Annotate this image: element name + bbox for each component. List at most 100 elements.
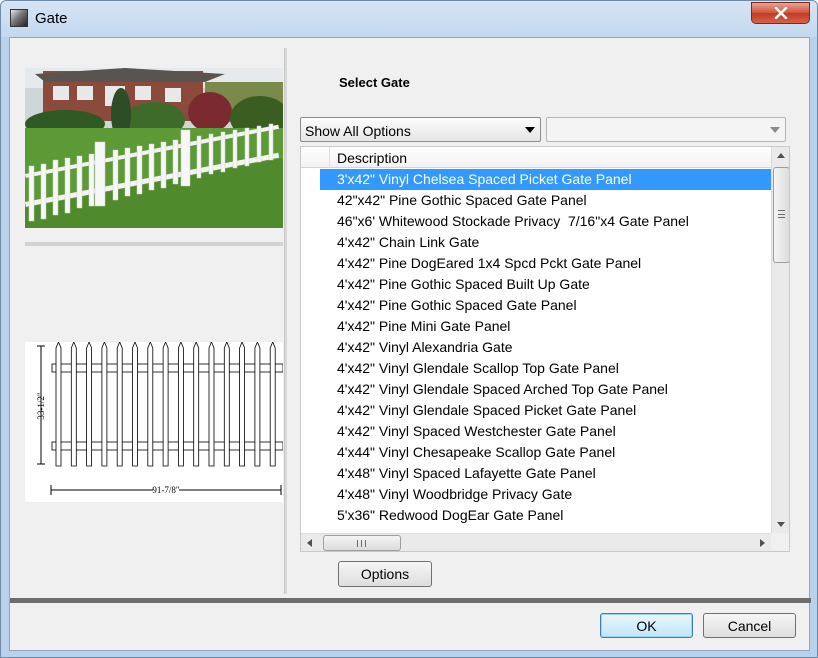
list-item[interactable]: 4'x42" Pine DogEared 1x4 Spcd Pckt Gate … <box>301 253 771 274</box>
height-dimension-label: 33-1/2" <box>36 392 46 419</box>
picket <box>162 340 169 467</box>
chevron-down-icon <box>770 127 780 133</box>
vertical-scroll-thumb[interactable] <box>773 167 789 263</box>
row-description: 4'x42" Pine Mini Gate Panel <box>337 318 511 334</box>
list-item[interactable]: 4'x44" Vinyl Chesapeake Scallop Gate Pan… <box>301 442 771 463</box>
description-column-header[interactable]: Description <box>337 150 407 166</box>
chevron-down-icon <box>525 127 535 133</box>
arrow-up-icon[interactable] <box>772 147 790 165</box>
list-item[interactable]: 4'x42" Vinyl Alexandria Gate <box>301 337 771 358</box>
close-button[interactable] <box>751 2 810 24</box>
list-item[interactable]: 4'x42" Vinyl Glendale Spaced Arched Top … <box>301 379 771 400</box>
list-item[interactable]: 42"x42" Pine Gothic Spaced Gate Panel <box>301 190 771 211</box>
row-selector[interactable] <box>301 442 320 463</box>
row-description: 4'x42" Vinyl Glendale Spaced Arched Top … <box>337 381 668 397</box>
row-selector[interactable] <box>301 484 320 505</box>
grip-icon <box>357 540 366 547</box>
select-gate-heading: Select Gate <box>339 75 410 90</box>
list-item[interactable]: 4'x42" Vinyl Glendale Spaced Picket Gate… <box>301 400 771 421</box>
list-item[interactable]: 46"x6' Whitewood Stockade Privacy 7/16"x… <box>301 211 771 232</box>
filter-dropdown[interactable]: Show All Options <box>300 117 541 142</box>
preview-panel: 33-1/2" 91-7/8" <box>10 38 287 598</box>
row-description: 4'x42" Vinyl Alexandria Gate <box>337 339 513 355</box>
row-selector[interactable] <box>301 253 320 274</box>
arrow-left-icon[interactable] <box>301 534 319 552</box>
panel-divider <box>284 48 287 594</box>
horizontal-scrollbar[interactable] <box>301 533 771 552</box>
footer-separator <box>10 598 811 603</box>
list-item[interactable]: 5'x36" Redwood DogEar Gate Panel <box>301 505 771 526</box>
row-selector[interactable] <box>301 169 320 190</box>
gate-dimension-drawing: 33-1/2" 91-7/8" <box>25 340 284 502</box>
picket <box>132 340 138 467</box>
list-item[interactable]: 4'x48" Vinyl Woodbridge Privacy Gate <box>301 484 771 505</box>
row-description: 3'x42" Vinyl Chelsea Spaced Picket Gate … <box>337 171 632 187</box>
gate-dialog-window: Gate 33-1/2" 91-7/8" Select Gate Show Al… <box>0 0 818 658</box>
picket <box>55 340 62 467</box>
picket <box>178 340 184 467</box>
picket <box>254 340 261 467</box>
row-description: 46"x6' Whitewood Stockade Privacy 7/16"x… <box>337 213 689 229</box>
list-item[interactable]: 4'x42" Chain Link Gate <box>301 232 771 253</box>
row-description: 4'x48" Vinyl Woodbridge Privacy Gate <box>337 486 573 502</box>
row-description: 4'x44" Vinyl Chesapeake Scallop Gate Pan… <box>337 444 616 460</box>
picket <box>239 340 245 467</box>
list-item[interactable]: 4'x42" Pine Mini Gate Panel <box>301 316 771 337</box>
horizontal-scroll-thumb[interactable] <box>323 535 401 551</box>
arrow-right-icon[interactable] <box>753 534 771 552</box>
gate-preview-photo <box>25 68 283 228</box>
row-selector-header <box>301 147 330 168</box>
row-description: 42"x42" Pine Gothic Spaced Gate Panel <box>337 192 587 208</box>
row-selector[interactable] <box>301 337 320 358</box>
ok-button[interactable]: OK <box>600 613 693 638</box>
list-item[interactable]: 3'x42" Vinyl Chelsea Spaced Picket Gate … <box>301 169 771 190</box>
row-selector[interactable] <box>301 295 320 316</box>
row-selector[interactable] <box>301 379 320 400</box>
list-item[interactable]: 4'x42" Pine Gothic Spaced Built Up Gate <box>301 274 771 295</box>
picket <box>223 340 230 467</box>
row-selector[interactable] <box>301 358 320 379</box>
picket <box>193 340 200 467</box>
cancel-button[interactable]: Cancel <box>703 613 796 638</box>
preview-separator <box>25 242 283 246</box>
row-description: 4'x42" Pine Gothic Spaced Gate Panel <box>337 297 577 313</box>
close-icon <box>774 7 787 19</box>
row-selector[interactable] <box>301 232 320 253</box>
row-description: 4'x42" Vinyl Glendale Spaced Picket Gate… <box>337 402 637 418</box>
grid-header: Description <box>301 147 771 168</box>
row-selector[interactable] <box>301 463 320 484</box>
secondary-dropdown[interactable] <box>546 117 786 142</box>
arrow-down-icon[interactable] <box>772 515 790 533</box>
vertical-scrollbar[interactable] <box>771 147 790 533</box>
gate-app-icon <box>10 9 28 27</box>
row-description: 4'x42" Vinyl Spaced Westchester Gate Pan… <box>337 423 616 439</box>
options-button[interactable]: Options <box>338 561 432 587</box>
grip-icon <box>778 210 785 218</box>
row-selector[interactable] <box>301 316 320 337</box>
row-description: 4'x48" Vinyl Spaced Lafayette Gate Panel <box>337 465 596 481</box>
list-item[interactable]: 4'x42" Vinyl Glendale Scallop Top Gate P… <box>301 358 771 379</box>
filter-dropdown-value: Show All Options <box>305 123 411 139</box>
picket <box>70 340 77 467</box>
row-description: 4'x42" Chain Link Gate <box>337 234 480 250</box>
row-selector[interactable] <box>301 421 320 442</box>
row-selector[interactable] <box>301 274 320 295</box>
title-bar: Gate <box>1 1 817 37</box>
gate-list-grid[interactable]: Description 3'x42" Vinyl Chelsea Spaced … <box>300 146 790 552</box>
row-selector[interactable] <box>301 505 320 526</box>
row-selector[interactable] <box>301 400 320 421</box>
list-item[interactable]: 4'x48" Vinyl Spaced Lafayette Gate Panel <box>301 463 771 484</box>
picket <box>269 340 276 467</box>
list-item[interactable]: 4'x42" Pine Gothic Spaced Gate Panel <box>301 295 771 316</box>
row-selector[interactable] <box>301 211 320 232</box>
window-title: Gate <box>35 10 68 27</box>
row-description: 5'x36" Redwood DogEar Gate Panel <box>337 507 564 523</box>
list-item[interactable]: 4'x42" Vinyl Spaced Westchester Gate Pan… <box>301 421 771 442</box>
picket <box>147 340 154 467</box>
picket <box>116 340 123 467</box>
row-description: 4'x42" Pine Gothic Spaced Built Up Gate <box>337 276 590 292</box>
width-dimension-label: 91-7/8" <box>152 485 179 495</box>
picket <box>208 340 215 467</box>
picket <box>101 340 108 467</box>
row-selector[interactable] <box>301 190 320 211</box>
